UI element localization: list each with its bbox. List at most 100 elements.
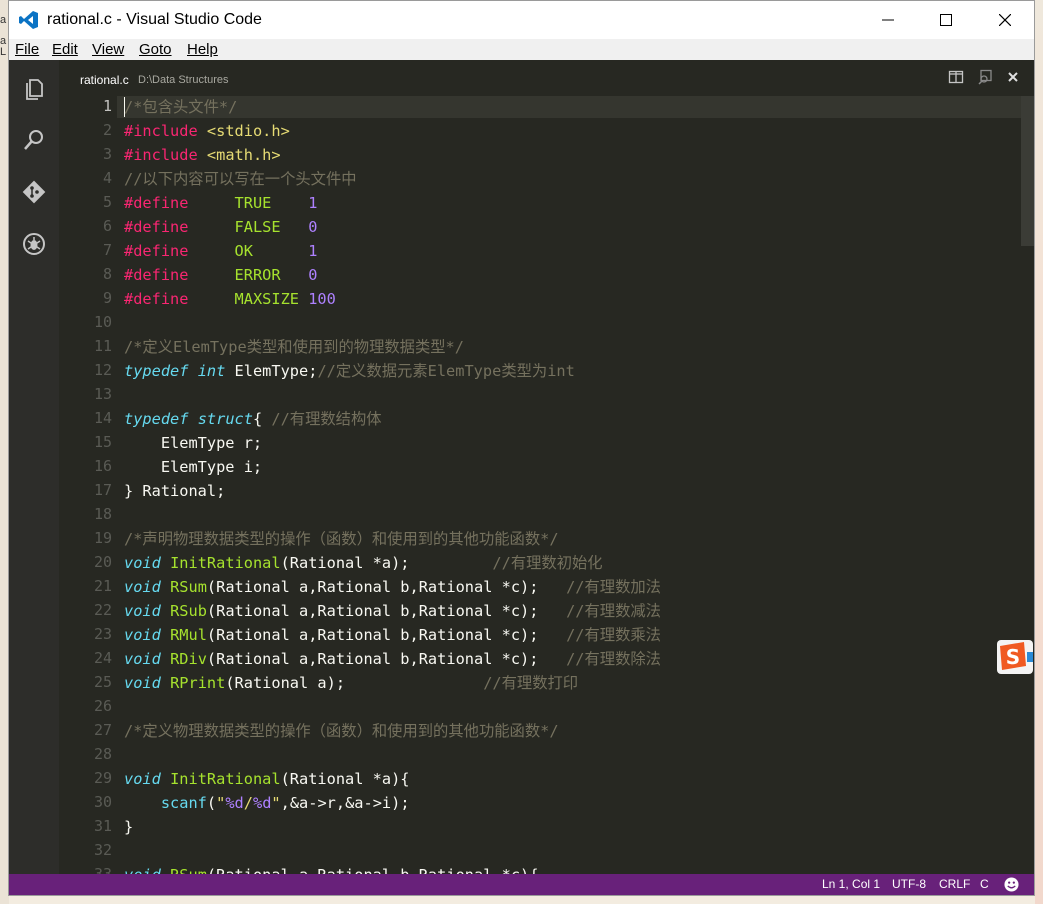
code-line: typedef int ElemType;//定义数据元素ElemType类型为… bbox=[124, 359, 575, 383]
line-number: 29 bbox=[93, 769, 112, 787]
code-token: //定义数据元素ElemType类型为int bbox=[317, 362, 575, 380]
git-icon[interactable] bbox=[22, 180, 46, 204]
line-number: 24 bbox=[93, 649, 112, 667]
code-line: ElemType i; bbox=[124, 455, 262, 479]
close-editor-icon[interactable] bbox=[1005, 69, 1021, 85]
code-token: /*声明物理数据类型的操作（函数）和使用到的其他功能函数*/ bbox=[124, 530, 559, 548]
menu-goto[interactable]: Goto bbox=[139, 41, 172, 58]
code-token: (Rational a,Rational b,Rational *c); bbox=[206, 650, 567, 668]
code-line: /*声明物理数据类型的操作（函数）和使用到的其他功能函数*/ bbox=[124, 527, 559, 551]
code-token: void bbox=[124, 650, 161, 668]
menu-edit[interactable]: Edit bbox=[52, 41, 78, 58]
line-number: 31 bbox=[93, 817, 112, 835]
code-token: //有理数加法 bbox=[566, 578, 661, 596]
code-line: #include <math.h> bbox=[124, 143, 281, 167]
status-encoding[interactable]: UTF-8 bbox=[892, 877, 926, 891]
code-line: /*定义物理数据类型的操作（函数）和使用到的其他功能函数*/ bbox=[124, 719, 559, 743]
code-token: #include bbox=[124, 146, 198, 164]
code-token: (Rational a,Rational b,Rational *c); bbox=[206, 578, 567, 596]
tab-filename[interactable]: rational.c bbox=[80, 73, 129, 87]
line-number: 27 bbox=[93, 721, 112, 739]
code-line: void RPrint(Rational a); //有理数打印 bbox=[124, 671, 578, 695]
smiley-feedback-icon[interactable] bbox=[1004, 877, 1019, 892]
code-token: RSum bbox=[170, 578, 207, 596]
code-token: } Rational; bbox=[124, 482, 226, 500]
maximize-button[interactable] bbox=[917, 1, 975, 39]
search-icon[interactable] bbox=[22, 128, 46, 152]
close-window-button[interactable] bbox=[976, 1, 1034, 39]
menu-view[interactable]: View bbox=[92, 41, 124, 58]
code-token: scanf bbox=[160, 794, 207, 812]
code-token: //有理数打印 bbox=[483, 674, 579, 692]
svg-text:S: S bbox=[1006, 645, 1020, 669]
line-number: 1 bbox=[102, 97, 112, 115]
code-token: void bbox=[124, 866, 161, 874]
code-line: #include <stdio.h> bbox=[124, 119, 290, 143]
line-number: 7 bbox=[102, 241, 112, 259]
code-token: InitRational bbox=[170, 554, 281, 572]
code-token: <math.h> bbox=[206, 146, 281, 164]
line-number: 18 bbox=[93, 505, 112, 523]
line-number: 30 bbox=[93, 793, 112, 811]
debug-icon[interactable] bbox=[22, 232, 46, 256]
code-token: ElemType; bbox=[225, 362, 318, 380]
code-token: TRUE bbox=[234, 194, 272, 212]
open-preview-icon[interactable] bbox=[977, 69, 993, 85]
line-number: 23 bbox=[93, 625, 112, 643]
code-token: %d bbox=[225, 794, 244, 812]
code-token: /*定义物理数据类型的操作（函数）和使用到的其他功能函数*/ bbox=[124, 722, 559, 740]
code-token: <stdio.h> bbox=[206, 122, 290, 140]
menu-file[interactable]: File bbox=[15, 41, 39, 58]
code-token: ElemType i; bbox=[124, 458, 263, 476]
line-number: 17 bbox=[93, 481, 112, 499]
line-number: 9 bbox=[102, 289, 112, 307]
code-token: " bbox=[271, 794, 281, 812]
code-token: (Rational a,Rational b,Rational *c){ bbox=[207, 866, 539, 874]
menu-help[interactable]: Help bbox=[187, 41, 218, 58]
code-line: #define ERROR 0 bbox=[124, 263, 317, 287]
code-token: (Rational *a){ bbox=[280, 770, 410, 788]
sogou-logo-icon: S bbox=[1000, 642, 1033, 670]
line-number: 3 bbox=[102, 145, 112, 163]
code-token: #define bbox=[124, 218, 189, 236]
status-position[interactable]: Ln 1, Col 1 bbox=[822, 877, 880, 891]
split-editor-icon[interactable] bbox=[948, 69, 964, 85]
code-token: 1 bbox=[308, 242, 318, 260]
line-number: 32 bbox=[93, 841, 112, 859]
code-token: InitRational bbox=[170, 770, 281, 788]
title-bar[interactable]: rational.c - Visual Studio Code bbox=[9, 1, 1034, 39]
code-line: void RSum(Rational a,Rational b,Rational… bbox=[124, 575, 661, 599]
line-number: 16 bbox=[93, 457, 112, 475]
minimize-icon bbox=[882, 19, 894, 21]
code-token: //有理数初始化 bbox=[492, 554, 603, 572]
vscode-logo-icon bbox=[19, 11, 38, 29]
ime-widget[interactable]: S bbox=[997, 640, 1033, 674]
editor-area[interactable]: rational.c D:\Data Structures 1234567891… bbox=[59, 60, 1034, 874]
code-line: } bbox=[124, 815, 133, 839]
code-line: //以下内容可以写在一个头文件中 bbox=[124, 167, 357, 191]
code-line: scanf("%d/%d",&a->r,&a->i); bbox=[124, 791, 410, 815]
explorer-icon[interactable] bbox=[22, 77, 46, 101]
code-token: ,&a->r,&a->i); bbox=[280, 794, 410, 812]
code-token: //有理数乘法 bbox=[566, 626, 661, 644]
code-token: typedef bbox=[124, 362, 189, 380]
code-token: int bbox=[197, 362, 226, 380]
line-number: 22 bbox=[93, 601, 112, 619]
status-language[interactable]: C bbox=[980, 877, 989, 891]
code-token: { bbox=[252, 410, 272, 428]
line-number: 15 bbox=[93, 433, 112, 451]
line-number: 14 bbox=[93, 409, 112, 427]
scrollbar-thumb[interactable] bbox=[1021, 96, 1034, 246]
status-eol[interactable]: CRLF bbox=[939, 877, 970, 891]
minimize-button[interactable] bbox=[859, 1, 917, 39]
code-token: //以下内容可以写在一个头文件中 bbox=[124, 170, 357, 188]
